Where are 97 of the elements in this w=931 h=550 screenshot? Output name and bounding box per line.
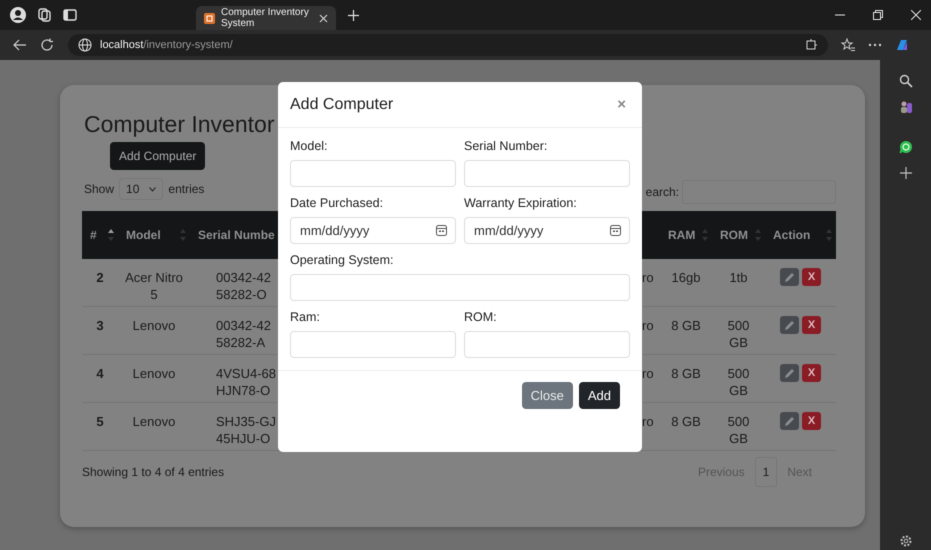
table-cell-text: SHJ35-GJ 45HJU-O [215,413,277,448]
browser-tab[interactable]: Computer Inventory System [196,6,336,30]
calendar-icon[interactable] [436,225,447,236]
table-cell-text: 00342-42 58282-A [215,317,272,352]
edit-button[interactable] [780,364,799,382]
close-button[interactable]: Close [522,382,573,409]
delete-button[interactable]: X [802,364,821,382]
field-label: Warranty Expiration: [464,196,578,210]
field-label: Serial Number: [464,139,548,153]
table-cell-text: 1tb [728,269,749,287]
column-header[interactable]: Model [118,211,190,259]
close-icon[interactable] [911,10,921,20]
column-header[interactable]: Action [765,211,836,259]
calendar-icon[interactable] [610,225,621,236]
restore-icon[interactable] [873,10,883,20]
settings-icon[interactable] [898,534,912,548]
assistant-icon[interactable] [895,38,909,52]
text-field[interactable] [464,160,630,187]
add-icon[interactable] [898,166,912,180]
table-cell-text: 2 [95,269,105,287]
field-label: Operating System: [290,253,395,267]
table-cell-text: 4VSU4-68 HJN78-O [215,365,277,400]
add-computer-button[interactable]: Add Computer [110,142,206,170]
close-icon[interactable] [319,14,328,22]
globe-icon [78,38,92,52]
search-icon[interactable] [898,74,912,88]
table-cell-text: ro [642,413,655,431]
table-cell-text: ro [642,365,655,383]
search-label: earch: [646,185,679,199]
pencil-icon [784,272,795,282]
field-label: Date Purchased: [290,196,384,210]
table-cell-text: 16gb [670,269,702,287]
date-field[interactable]: mm/dd/yyyy [464,217,630,244]
table-cell-text: 8 GB [670,365,702,383]
table-cell-text: 8 GB [670,317,702,335]
column-header[interactable]: RAM [660,211,712,259]
table-cell-text: Lenovo [132,365,176,383]
pencil-icon [784,320,795,330]
edit-button[interactable] [780,268,799,286]
edit-button[interactable] [780,316,799,334]
table-cell-text: 500 GB [726,413,750,448]
address-bar[interactable]: localhost/inventory-system/ [68,34,828,56]
add-button[interactable]: Add [578,382,620,409]
new-tab-icon[interactable] [348,10,359,20]
favorites-icon[interactable] [841,38,855,52]
delete-button[interactable]: X [802,268,821,286]
sort-icon [826,229,832,241]
extension-icon[interactable] [804,38,818,52]
table-cell-text: ro [642,269,655,287]
sort-icon [755,229,761,241]
field-label: ROM: [464,310,498,324]
table-cell-text: 4 [95,365,105,383]
date-field[interactable]: mm/dd/yyyy [290,217,456,244]
table-cell-text: 500 GB [726,365,750,400]
table-cell-text: 5 [95,413,105,431]
chat-icon[interactable] [898,140,912,154]
table-cell-text: 3 [95,317,105,335]
profile-icon[interactable] [10,7,26,23]
text-field[interactable] [290,274,630,301]
column-header[interactable]: Serial Numbe [190,211,278,259]
delete-button[interactable]: X [802,316,821,334]
text-field[interactable] [464,331,630,358]
site-icon [204,12,215,24]
workspaces-icon[interactable] [36,7,52,23]
length-label: entries [168,182,204,196]
table-info: Showing 1 to 4 of 4 entries [82,465,224,479]
table-cell-text: 00342-42 58282-O [215,269,272,304]
pencil-icon [784,368,795,378]
field-label: Model: [290,139,329,153]
dialog-title: Add Computer [290,96,394,114]
sort-icon [702,229,708,241]
chevron-icon [149,186,156,192]
refresh-icon[interactable] [40,38,54,52]
tab-actions-icon[interactable] [62,7,78,23]
delete-button[interactable]: X [802,412,821,430]
table-cell-text: 500 GB [726,317,750,352]
edit-button[interactable] [780,412,799,430]
people-icon[interactable] [898,100,912,114]
pencil-icon [784,416,795,426]
sort-icon [108,229,114,241]
table-cell-text: Lenovo [132,413,176,431]
text-field[interactable] [290,160,456,187]
table-cell-text: Acer Nitro 5 [124,269,184,304]
back-icon[interactable] [13,38,27,52]
page-button[interactable]: 1 [754,457,778,487]
field-label: Ram: [290,310,321,324]
length-label: Show [84,182,114,196]
table-cell-text: ro [642,317,655,335]
column-header[interactable]: ROM [712,211,765,259]
page-title: Computer Inventor [84,111,276,138]
sort-icon [180,229,186,241]
table-cell-text: 8 GB [670,413,702,431]
column-header[interactable]: # [82,211,118,259]
table-cell-text: Lenovo [132,317,176,335]
close-button[interactable]: × [613,96,630,113]
text-field[interactable] [290,331,456,358]
entries-select[interactable]: 10 [119,178,164,200]
